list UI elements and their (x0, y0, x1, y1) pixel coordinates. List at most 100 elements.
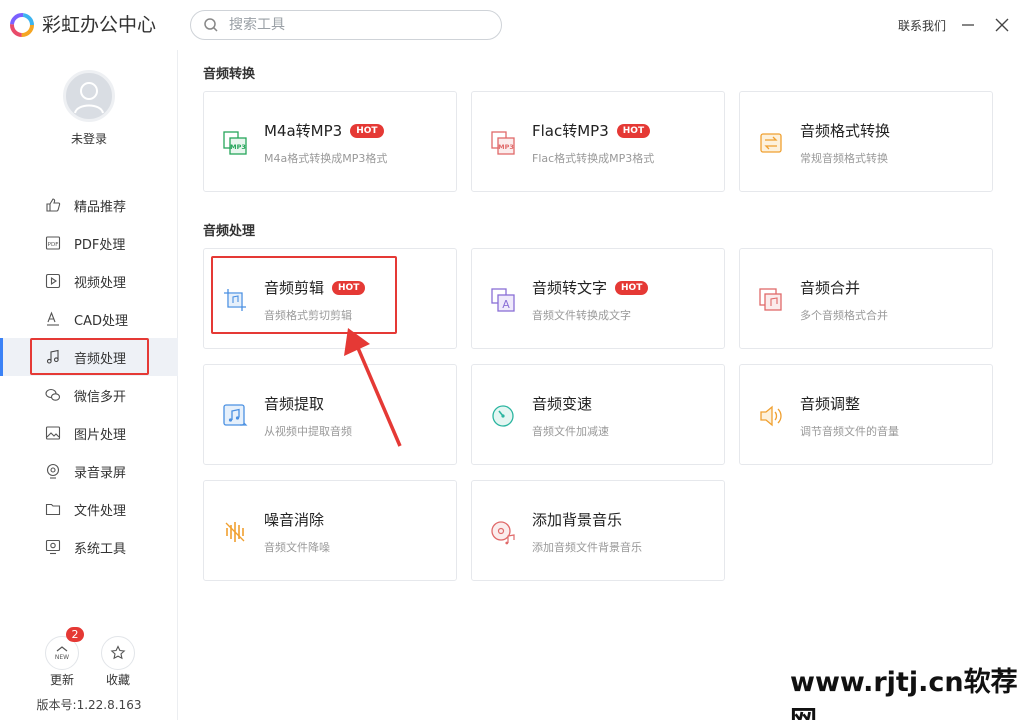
sidebar-item-pdf[interactable]: PDF PDF处理 (0, 224, 178, 262)
background-music-icon (490, 519, 516, 545)
minimize-button[interactable] (958, 15, 978, 35)
sidebar-item-label: 图片处理 (74, 427, 127, 443)
card-description: M4a格式转换成MP3格式 (264, 152, 388, 165)
favorite-button[interactable] (101, 636, 135, 670)
sidebar-item-wechat[interactable]: 微信多开 (0, 376, 178, 414)
audio-format-convert-icon (758, 130, 784, 156)
tool-card-flac-to-mp3[interactable]: MP3 Flac转MP3 HOT Flac格式转换成MP3格式 (471, 91, 725, 192)
avatar[interactable] (63, 70, 115, 122)
audio-speed-icon (490, 403, 516, 429)
tool-card-audio-to-text[interactable]: A 音频转文字 HOT 音频文件转换成文字 (471, 248, 725, 349)
sidebar-item-audio[interactable]: 音频处理 (0, 338, 178, 376)
video-play-icon (45, 273, 61, 289)
section-title-audio-process: 音频处理 (203, 224, 256, 239)
close-button[interactable] (992, 15, 1012, 35)
card-description: 常规音频格式转换 (800, 152, 888, 165)
card-description: 音频文件降噪 (264, 541, 330, 554)
card-title: 音频调整 (800, 395, 861, 413)
sidebar-item-label: 微信多开 (74, 389, 127, 405)
sidebar-item-video[interactable]: 视频处理 (0, 262, 178, 300)
card-title: 音频变速 (532, 395, 593, 413)
app-logo-icon (10, 13, 34, 37)
sidebar-item-label: PDF处理 (74, 237, 126, 253)
card-title: 添加背景音乐 (532, 511, 623, 529)
card-title: 音频提取 (264, 395, 325, 413)
folder-icon (45, 501, 61, 517)
noise-reduction-icon (222, 519, 248, 545)
contact-us-link[interactable]: 联系我们 (898, 17, 946, 34)
close-icon (995, 18, 1009, 32)
m4a-to-mp3-icon: MP3 (222, 130, 248, 156)
version-text: 版本号:1.22.8.163 (36, 698, 142, 712)
new-update-icon: NEW (55, 646, 69, 661)
tool-card-noise-reduction[interactable]: 噪音消除 音频文件降噪 (203, 480, 457, 581)
tool-card-m4a-to-mp3[interactable]: MP3 M4a转MP3 HOT M4a格式转换成MP3格式 (203, 91, 457, 192)
tool-card-audio-adjust[interactable]: 音频调整 调节音频文件的音量 (739, 364, 993, 465)
title-bar: 彩虹办公中心 联系我们 (0, 0, 1025, 50)
app-title: 彩虹办公中心 (42, 14, 157, 36)
card-title: Flac转MP3 HOT (532, 120, 651, 141)
card-description: 多个音频格式合并 (800, 309, 888, 322)
audio-extract-icon (222, 403, 248, 429)
watermark: www.rjtj.cn软荐网 (790, 667, 1018, 720)
pdf-icon: PDF (45, 235, 61, 251)
wechat-icon (45, 387, 61, 403)
login-status[interactable]: 未登录 (0, 130, 178, 147)
card-description: 音频文件转换成文字 (532, 309, 631, 322)
record-icon (45, 463, 61, 479)
system-tool-icon (45, 539, 61, 555)
card-title-text: Flac转MP3 (532, 122, 609, 140)
sidebar-item-label: CAD处理 (74, 313, 128, 329)
search-input[interactable] (229, 17, 489, 33)
audio-merge-icon (758, 287, 784, 313)
volume-icon (758, 403, 784, 429)
tool-card-audio-merge[interactable]: 音频合并 多个音频格式合并 (739, 248, 993, 349)
sidebar-item-label: 文件处理 (74, 503, 127, 519)
tool-card-background-music[interactable]: 添加背景音乐 添加音频文件背景音乐 (471, 480, 725, 581)
section-title-audio-convert: 音频转换 (203, 67, 256, 82)
update-label[interactable]: 更新 (42, 671, 82, 688)
flac-to-mp3-icon: MP3 (490, 130, 516, 156)
card-title-text: 音频剪辑 (264, 279, 325, 297)
sidebar-item-label: 音频处理 (74, 351, 127, 367)
search-icon (204, 18, 218, 32)
audio-cut-icon (222, 287, 248, 313)
sidebar-item-cad[interactable]: CAD处理 (0, 300, 178, 338)
thumbs-up-icon (45, 197, 61, 213)
new-icon-text: NEW (55, 654, 69, 661)
search-box[interactable] (190, 10, 502, 40)
card-title: 音频转文字 HOT (532, 277, 649, 298)
favorite-label[interactable]: 收藏 (98, 671, 138, 688)
cad-icon (45, 311, 61, 327)
sidebar-nav: 精品推荐 PDF PDF处理 视频处理 CAD处理 音频处理 微信多开 图片处理… (0, 186, 178, 566)
card-description: Flac格式转换成MP3格式 (532, 152, 655, 165)
hot-badge: HOT (615, 281, 649, 295)
annotation-arrow-icon (344, 328, 402, 447)
card-title: 音频剪辑 HOT (264, 277, 366, 298)
sidebar-item-recording[interactable]: 录音录屏 (0, 452, 178, 490)
audio-to-text-icon: A (490, 287, 516, 313)
card-description: 调节音频文件的音量 (800, 425, 899, 438)
card-title: M4a转MP3 HOT (264, 120, 384, 141)
sidebar-item-system[interactable]: 系统工具 (0, 528, 178, 566)
tool-card-audio-speed[interactable]: 音频变速 音频文件加减速 (471, 364, 725, 465)
text-a-icon-text: A (502, 298, 510, 311)
hot-badge: HOT (350, 124, 384, 138)
sidebar-item-label: 精品推荐 (74, 199, 127, 215)
card-title: 音频格式转换 (800, 122, 891, 140)
sidebar-item-recommended[interactable]: 精品推荐 (0, 186, 178, 224)
card-description: 添加音频文件背景音乐 (532, 541, 642, 554)
sidebar: 未登录 精品推荐 PDF PDF处理 视频处理 CAD处理 音频处理 微信多开 … (0, 50, 178, 720)
star-icon (110, 645, 126, 660)
user-icon (74, 82, 104, 114)
sidebar-item-image[interactable]: 图片处理 (0, 414, 178, 452)
music-note-icon (45, 349, 61, 365)
minimize-icon (962, 24, 974, 26)
tool-card-audio-format-convert[interactable]: 音频格式转换 常规音频格式转换 (739, 91, 993, 192)
sidebar-item-label: 系统工具 (74, 541, 127, 557)
sidebar-item-file[interactable]: 文件处理 (0, 490, 178, 528)
card-description: 音频文件加减速 (532, 425, 609, 438)
card-title-text: M4a转MP3 (264, 122, 343, 140)
svg-text:PDF: PDF (48, 242, 59, 248)
mp3-icon-text: MP3 (230, 143, 246, 151)
